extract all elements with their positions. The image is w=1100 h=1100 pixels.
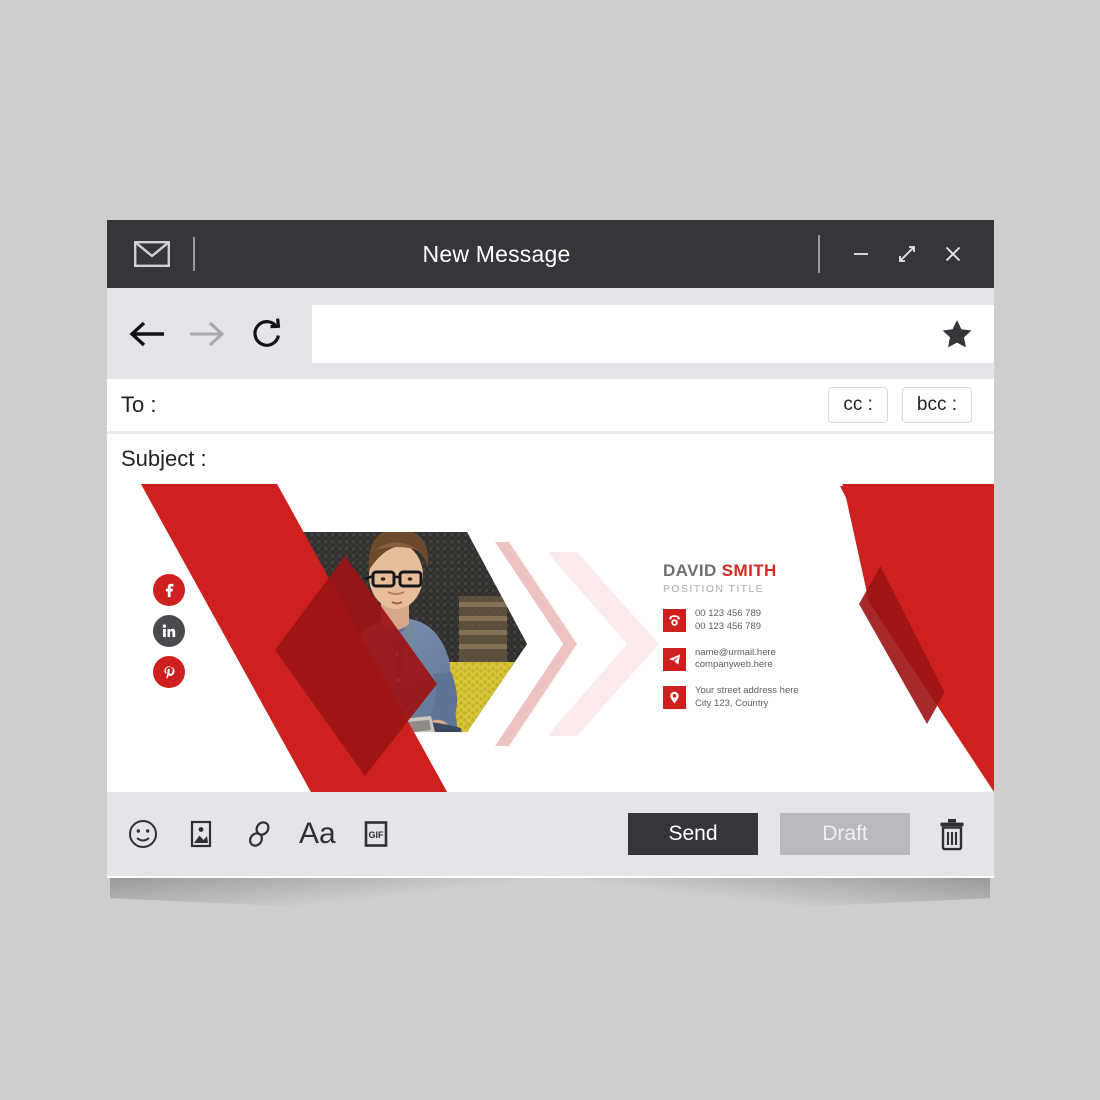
forward-arrow-icon[interactable] (184, 311, 230, 357)
email-line-2: companyweb.here (695, 659, 773, 671)
address-bar[interactable] (312, 304, 994, 363)
address-line-2: City 123, Country (695, 698, 769, 710)
contact-name: DAVID SMITH (663, 561, 923, 581)
envelope-icon (131, 241, 173, 267)
facebook-icon[interactable] (153, 574, 185, 606)
recipients-row: To : cc : bcc : (107, 379, 994, 434)
phone-line-1: 00 123 456 789 (695, 608, 762, 619)
trash-icon[interactable] (932, 813, 972, 855)
phone-icon (663, 609, 686, 632)
contact-block: DAVID SMITH POSITION TITLE 00 123 456 78… (663, 561, 923, 711)
emoji-icon[interactable] (125, 816, 161, 852)
paper-plane-icon (663, 647, 686, 671)
location-pin-icon (663, 686, 686, 710)
to-label: To : (121, 392, 157, 417)
navigation-bar (107, 288, 994, 379)
text-format-icon[interactable]: Aa (299, 816, 336, 852)
cc-button[interactable]: cc : (828, 387, 888, 423)
phone-line-2: 00 123 456 789 (695, 620, 762, 632)
address-line-1: Your street address here (695, 685, 799, 697)
action-buttons: Send Draft (628, 813, 972, 855)
star-icon[interactable] (940, 317, 974, 351)
minimize-icon[interactable] (848, 241, 874, 267)
contact-position: POSITION TITLE (663, 583, 765, 595)
back-arrow-icon[interactable] (124, 311, 170, 357)
title-bar: New Message (107, 220, 994, 288)
svg-text:GIF: GIF (368, 830, 384, 840)
maximize-icon[interactable] (894, 241, 920, 267)
link-icon[interactable] (241, 816, 277, 852)
gif-icon[interactable]: GIF (358, 816, 394, 852)
bcc-button[interactable]: bcc : (901, 387, 972, 423)
address-input[interactable] (326, 323, 940, 344)
social-icons (153, 574, 185, 688)
contact-address-row: Your street address here City 123, Count… (663, 685, 923, 711)
email-line-1: name@urmail.here (695, 646, 776, 658)
image-icon[interactable] (183, 816, 219, 852)
contact-phone-text: 00 123 456 789 00 123 456 789 (695, 608, 761, 634)
subject-label: Subject : (121, 446, 207, 471)
contact-first-name: DAVID (663, 561, 717, 580)
contact-phone-row: 00 123 456 789 00 123 456 789 (663, 608, 923, 634)
compose-toolbar: Aa GIF Send Draft (107, 792, 994, 876)
send-button[interactable]: Send (628, 813, 758, 855)
reload-icon[interactable] (244, 311, 290, 357)
window-controls (848, 241, 966, 267)
subject-row[interactable]: Subject : (107, 434, 994, 484)
close-icon[interactable] (940, 241, 966, 267)
draft-button[interactable]: Draft (780, 813, 910, 855)
format-icons: Aa GIF (125, 816, 394, 852)
contact-email-text: name@urmail.here companyweb.here (695, 647, 776, 673)
window-title: New Message (422, 240, 571, 267)
contact-email-row: name@urmail.here companyweb.here (663, 647, 923, 673)
titlebar-divider-right (818, 235, 820, 273)
email-signature-banner: DAVID SMITH POSITION TITLE 00 123 456 78… (107, 484, 994, 792)
contact-last-name: SMITH (721, 561, 777, 580)
compose-window: New Message To: cc: bcc: Subject: DA… (107, 220, 994, 878)
linkedin-icon[interactable] (153, 615, 185, 647)
pinterest-icon[interactable] (153, 656, 185, 688)
contact-address-text: Your street address here City 123, Count… (695, 685, 799, 711)
